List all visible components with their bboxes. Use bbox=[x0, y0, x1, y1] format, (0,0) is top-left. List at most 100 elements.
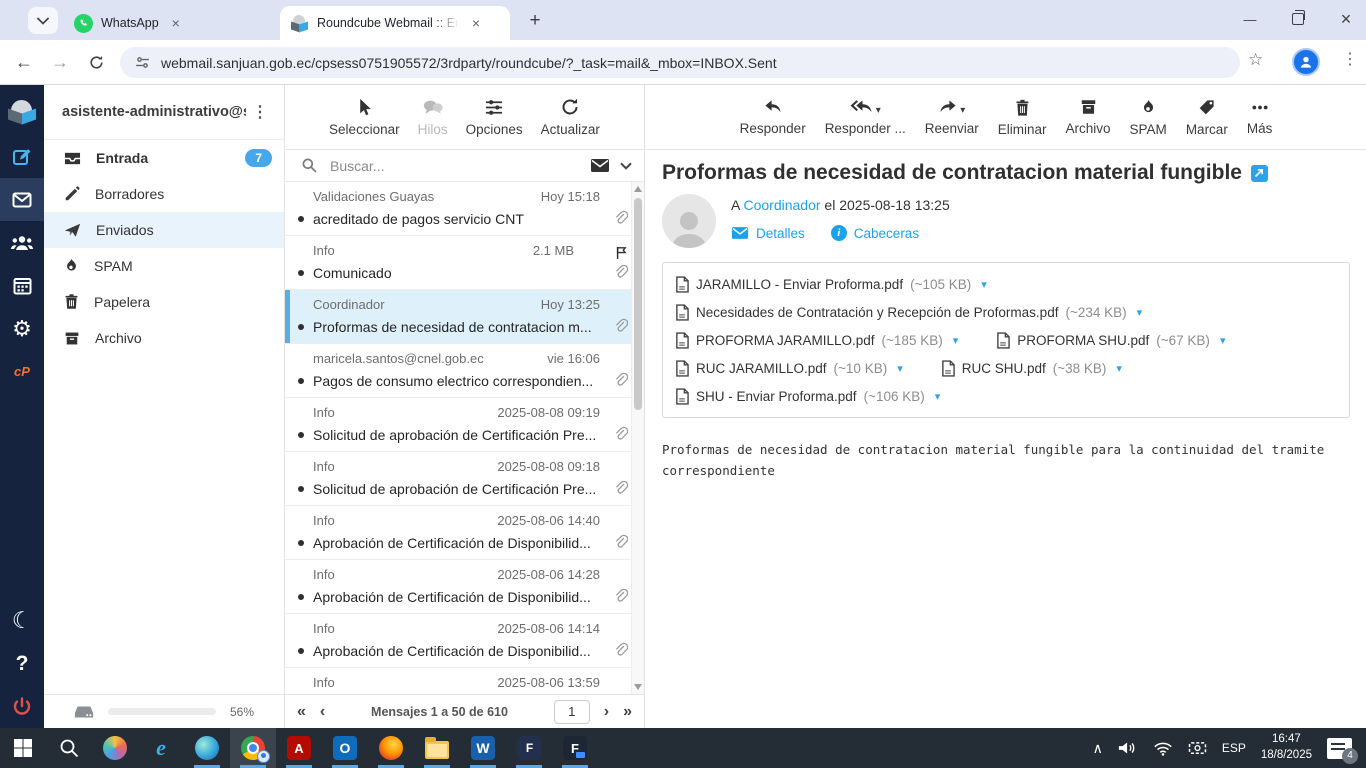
nav-mail-button[interactable] bbox=[0, 178, 44, 221]
browser-profile-avatar[interactable] bbox=[1292, 48, 1320, 76]
reply-button[interactable]: Responder bbox=[740, 99, 806, 136]
attachment-menu-caret[interactable]: ▾ bbox=[935, 390, 941, 403]
folder-entrada[interactable]: Entrada 7 bbox=[44, 140, 284, 176]
spam-button[interactable]: SPAM bbox=[1130, 98, 1167, 137]
attachment-menu-caret[interactable]: ▾ bbox=[1220, 334, 1226, 347]
attachment-menu-caret[interactable]: ▾ bbox=[981, 278, 987, 291]
next-page-button[interactable]: › bbox=[604, 703, 609, 720]
message-row[interactable]: Info 2025-08-06 14:14 Aprobación de Certi… bbox=[285, 614, 644, 668]
acrobat-icon[interactable]: A bbox=[276, 728, 322, 768]
notifications-icon[interactable]: 4 bbox=[1327, 737, 1358, 764]
select-button[interactable]: Seleccionar bbox=[329, 97, 400, 137]
attachment[interactable]: PROFORMA JARAMILLO.pdf (~185 KB) ▾ bbox=[675, 331, 959, 349]
tab-close-button[interactable]: × bbox=[467, 14, 485, 32]
message-row[interactable]: Info 2.1 MB Comunicado bbox=[285, 236, 644, 290]
wifi-icon[interactable] bbox=[1153, 741, 1173, 756]
last-page-button[interactable]: » bbox=[623, 703, 632, 720]
attachment-menu-caret[interactable]: ▾ bbox=[953, 334, 959, 347]
open-in-new-window-icon[interactable] bbox=[1250, 164, 1268, 182]
options-button[interactable]: Opciones bbox=[466, 98, 523, 137]
window-restore-button[interactable] bbox=[1279, 4, 1317, 34]
internet-explorer-icon[interactable]: e bbox=[138, 728, 184, 768]
folder-enviados[interactable]: Enviados bbox=[44, 212, 284, 248]
nav-calendar-button[interactable] bbox=[0, 264, 44, 307]
file-explorer-icon[interactable] bbox=[414, 728, 460, 768]
prev-page-button[interactable]: ‹ bbox=[320, 703, 325, 720]
first-page-button[interactable]: « bbox=[297, 703, 306, 720]
message-row[interactable]: Info 2025-08-06 14:28 Aprobación de Certi… bbox=[285, 560, 644, 614]
message-row[interactable]: Validaciones Guayas Hoy 15:18 acreditado … bbox=[285, 182, 644, 236]
nav-contacts-button[interactable] bbox=[0, 221, 44, 264]
recipient-link[interactable]: Coordinador bbox=[743, 197, 820, 213]
f-app-icon[interactable]: F bbox=[552, 728, 598, 768]
attachment[interactable]: SHU - Enviar Proforma.pdf (~106 KB) ▾ bbox=[675, 387, 941, 405]
scrollbar-thumb[interactable] bbox=[634, 198, 642, 410]
scroll-down-arrow[interactable] bbox=[634, 684, 642, 690]
word-icon[interactable]: W bbox=[460, 728, 506, 768]
tab-roundcube-active[interactable]: Roundcube Webmail :: Enviados × bbox=[280, 6, 510, 40]
outlook-icon[interactable]: O bbox=[322, 728, 368, 768]
volume-icon[interactable] bbox=[1118, 740, 1138, 756]
new-tab-button[interactable]: + bbox=[522, 8, 548, 34]
attachment[interactable]: RUC JARAMILLO.pdf (~10 KB) ▾ bbox=[675, 359, 903, 377]
threads-button[interactable]: Hilos bbox=[418, 98, 448, 137]
attachment-menu-caret[interactable]: ▾ bbox=[1137, 306, 1143, 319]
refresh-button[interactable]: Actualizar bbox=[541, 97, 600, 137]
reply-all-caret[interactable]: ▾ bbox=[876, 105, 881, 116]
scroll-up-arrow[interactable] bbox=[634, 186, 642, 192]
window-minimize-button[interactable]: — bbox=[1231, 4, 1269, 34]
more-button[interactable]: Más bbox=[1247, 99, 1272, 136]
account-header[interactable]: asistente-administrativo@sa... ⋮ bbox=[44, 85, 284, 140]
forward-button[interactable]: ▾ Reenviar bbox=[925, 99, 979, 136]
folder-borradores[interactable]: Borradores bbox=[44, 176, 284, 212]
tab-close-button[interactable]: × bbox=[167, 14, 185, 32]
back-button[interactable]: ← bbox=[10, 48, 38, 76]
mark-button[interactable]: Marcar bbox=[1186, 98, 1228, 137]
account-menu-kebab[interactable]: ⋮ bbox=[246, 102, 274, 122]
bookmark-star-icon[interactable]: ☆ bbox=[1248, 50, 1263, 70]
attachment-menu-caret[interactable]: ▾ bbox=[1116, 362, 1122, 375]
folder-spam[interactable]: SPAM bbox=[44, 248, 284, 284]
chrome-icon[interactable] bbox=[230, 728, 276, 768]
taskbar-search-button[interactable] bbox=[46, 728, 92, 768]
reply-all-button[interactable]: ▾ Responder ... bbox=[825, 99, 906, 136]
tab-search-button[interactable] bbox=[28, 7, 58, 34]
firefox-icon[interactable] bbox=[368, 728, 414, 768]
reload-button[interactable] bbox=[82, 48, 110, 76]
message-row-selected[interactable]: Coordinador Hoy 13:25 Proformas de necesi… bbox=[285, 290, 644, 344]
browser-menu-kebab[interactable]: ⋮ bbox=[1340, 49, 1360, 69]
cpanel-link[interactable]: cP bbox=[0, 350, 44, 393]
dark-mode-button[interactable]: ☾ bbox=[0, 599, 44, 642]
language-indicator[interactable]: ESP bbox=[1222, 741, 1246, 755]
message-row[interactable]: maricela.santos@cnel.gob.ec vie 16:06 Pag… bbox=[285, 344, 644, 398]
edge-icon[interactable] bbox=[184, 728, 230, 768]
delete-button[interactable]: Eliminar bbox=[998, 98, 1047, 137]
details-link[interactable]: Detalles bbox=[731, 226, 805, 241]
message-row[interactable]: Info 2025-08-08 09:19 Solicitud de aproba… bbox=[285, 398, 644, 452]
search-options-chevron-icon[interactable] bbox=[620, 162, 632, 170]
folder-papelera[interactable]: Papelera bbox=[44, 284, 284, 320]
forward-button[interactable]: → bbox=[46, 48, 74, 76]
forticlient-icon[interactable]: F bbox=[506, 728, 552, 768]
tray-expand-chevron[interactable]: ∧ bbox=[1093, 740, 1103, 757]
window-close-button[interactable]: × bbox=[1327, 4, 1365, 34]
attachment[interactable]: JARAMILLO - Enviar Proforma.pdf (~105 KB… bbox=[675, 275, 987, 293]
taskbar-clock[interactable]: 16:47 18/8/2025 bbox=[1261, 732, 1312, 763]
search-input[interactable] bbox=[328, 156, 580, 175]
message-row[interactable]: Info 2025-08-06 13:59 bbox=[285, 668, 644, 694]
forward-caret[interactable]: ▾ bbox=[960, 105, 965, 116]
address-bar[interactable]: webmail.sanjuan.gob.ec/cpsess0751905572/… bbox=[120, 47, 1240, 78]
message-row[interactable]: Info 2025-08-06 14:40 Aprobación de Certi… bbox=[285, 506, 644, 560]
tab-whatsapp[interactable]: WhatsApp × bbox=[64, 6, 268, 40]
attachment-menu-caret[interactable]: ▾ bbox=[897, 362, 903, 375]
logout-button[interactable] bbox=[0, 685, 44, 728]
copilot-icon[interactable] bbox=[92, 728, 138, 768]
archive-button[interactable]: Archivo bbox=[1066, 98, 1111, 136]
list-scrollbar[interactable] bbox=[631, 182, 644, 694]
attachment[interactable]: RUC SHU.pdf (~38 KB) ▾ bbox=[941, 359, 1122, 377]
headers-link[interactable]: i Cabeceras bbox=[830, 225, 919, 241]
start-button[interactable] bbox=[0, 728, 46, 768]
page-number-input[interactable] bbox=[553, 699, 590, 724]
help-button[interactable]: ? bbox=[0, 642, 44, 685]
search-scope-mail-icon[interactable] bbox=[590, 158, 610, 173]
